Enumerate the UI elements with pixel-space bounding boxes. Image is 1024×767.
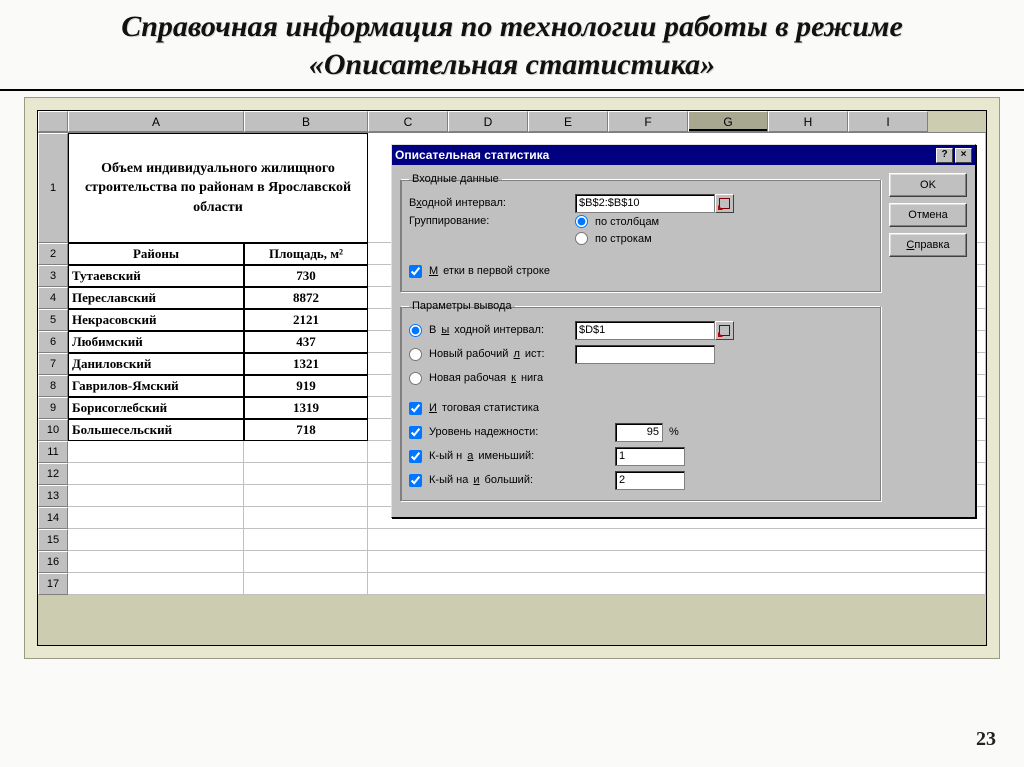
row-header[interactable]: 11 <box>38 441 68 463</box>
grouping-label: Группирование: <box>409 215 569 227</box>
checkbox-kth-min[interactable]: К-ый наименьший: <box>409 450 609 463</box>
row-header[interactable]: 3 <box>38 265 68 287</box>
cell-district[interactable]: Борисоглебский <box>68 397 244 419</box>
close-icon[interactable]: × <box>955 148 972 163</box>
row-header[interactable]: 6 <box>38 331 68 353</box>
titlebar[interactable]: Описательная статистика ? × <box>392 145 975 165</box>
input-group-legend: Входные данные <box>409 173 502 185</box>
sheet-title-cell[interactable]: Объем индивидуального жилищного строител… <box>68 133 368 243</box>
row-header[interactable]: 7 <box>38 353 68 375</box>
divider <box>0 89 1024 91</box>
input-range-label: Входной интервал: <box>409 197 569 209</box>
help-button[interactable]: Справка <box>889 233 967 257</box>
col-header-i[interactable]: I <box>848 111 928 132</box>
checkbox-kth-max[interactable]: К-ый наибольший: <box>409 474 609 487</box>
row-header[interactable]: 14 <box>38 507 68 529</box>
row-header[interactable]: 16 <box>38 551 68 573</box>
col-header-h[interactable]: H <box>768 111 848 132</box>
ok-button[interactable]: OK <box>889 173 967 197</box>
row-header[interactable]: 8 <box>38 375 68 397</box>
new-sheet-field[interactable] <box>575 345 715 364</box>
cancel-button[interactable]: Отмена <box>889 203 967 227</box>
cell-district[interactable]: Переславский <box>68 287 244 309</box>
checkbox-confidence[interactable]: Уровень надежности: <box>409 426 609 439</box>
row-header[interactable]: 15 <box>38 529 68 551</box>
col-header-b[interactable]: B <box>244 111 368 132</box>
page-number: 23 <box>976 728 996 751</box>
cell-area[interactable]: 718 <box>244 419 368 441</box>
column-headers: A B C D E F G H I <box>38 111 986 133</box>
cell-area[interactable]: 730 <box>244 265 368 287</box>
col-header-c[interactable]: C <box>368 111 448 132</box>
confidence-field[interactable]: 95 <box>615 423 663 442</box>
input-group: Входные данные Входной интервал: $B$2:$B… <box>400 173 881 292</box>
row-header[interactable]: 13 <box>38 485 68 507</box>
range-select-icon[interactable] <box>715 321 734 340</box>
cell-district[interactable]: Даниловский <box>68 353 244 375</box>
cell-area[interactable]: 8872 <box>244 287 368 309</box>
input-range-field[interactable]: $B$2:$B$10 <box>575 194 715 213</box>
checkbox-labels-first-row[interactable]: Метки в первой строке <box>409 265 550 278</box>
radio-by-columns[interactable]: по столбцам <box>575 215 659 228</box>
table-row: 15 <box>38 529 986 551</box>
row-header[interactable]: 4 <box>38 287 68 309</box>
radio-output-range[interactable]: Выходной интервал: <box>409 324 569 337</box>
kth-min-field[interactable]: 1 <box>615 447 685 466</box>
cell-district[interactable]: Большесельский <box>68 419 244 441</box>
descriptive-statistics-dialog: Описательная статистика ? × Входные данн… <box>391 144 976 518</box>
table-row: 16 <box>38 551 986 573</box>
row-header[interactable]: 12 <box>38 463 68 485</box>
header-районы[interactable]: Районы <box>68 243 244 265</box>
cell-district[interactable]: Любимский <box>68 331 244 353</box>
radio-by-rows[interactable]: по строкам <box>575 232 659 245</box>
row-header[interactable]: 17 <box>38 573 68 595</box>
row-header-1[interactable]: 1 <box>38 133 68 243</box>
col-header-a[interactable]: A <box>68 111 244 132</box>
percent-label: % <box>669 426 679 438</box>
cell-area[interactable]: 2121 <box>244 309 368 331</box>
cell-area[interactable]: 437 <box>244 331 368 353</box>
slide-title: Справочная информация по технологии рабо… <box>0 0 1024 89</box>
cell-district[interactable]: Некрасовский <box>68 309 244 331</box>
cell-district[interactable]: Гаврилов-Ямский <box>68 375 244 397</box>
output-group: Параметры вывода Выходной интервал: $D$1… <box>400 300 881 501</box>
output-range-field[interactable]: $D$1 <box>575 321 715 340</box>
kth-max-field[interactable]: 2 <box>615 471 685 490</box>
header-площадь[interactable]: Площадь, м² <box>244 243 368 265</box>
cell-district[interactable]: Тутаевский <box>68 265 244 287</box>
row-header[interactable]: 5 <box>38 309 68 331</box>
range-select-icon[interactable] <box>715 194 734 213</box>
cell-area[interactable]: 1319 <box>244 397 368 419</box>
spreadsheet: A B C D E F G H I 1 Объем индивидуальног… <box>37 110 987 646</box>
row-header[interactable]: 9 <box>38 397 68 419</box>
table-row: 17 <box>38 573 986 595</box>
row-header-2[interactable]: 2 <box>38 243 68 265</box>
radio-new-book[interactable]: Новая рабочая книга <box>409 372 543 385</box>
radio-new-sheet[interactable]: Новый рабочий лист: <box>409 348 569 361</box>
help-icon[interactable]: ? <box>936 148 953 163</box>
row-header[interactable]: 10 <box>38 419 68 441</box>
cell-area[interactable]: 1321 <box>244 353 368 375</box>
col-header-g[interactable]: G <box>688 111 768 132</box>
col-header-f[interactable]: F <box>608 111 688 132</box>
cell-area[interactable]: 919 <box>244 375 368 397</box>
checkbox-summary[interactable]: Итоговая статистика <box>409 402 539 415</box>
select-all-corner[interactable] <box>38 111 68 132</box>
col-header-d[interactable]: D <box>448 111 528 132</box>
output-group-legend: Параметры вывода <box>409 300 515 312</box>
content-frame: A B C D E F G H I 1 Объем индивидуальног… <box>24 97 1000 659</box>
dialog-title: Описательная статистика <box>395 148 549 162</box>
col-header-e[interactable]: E <box>528 111 608 132</box>
